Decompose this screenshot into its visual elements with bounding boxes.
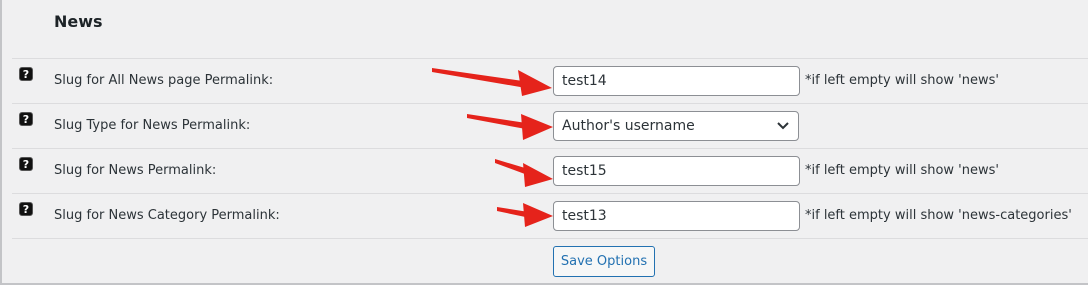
annotation-arrow-icon [495,159,553,187]
setting-label: Slug for News Category Permalink: [54,208,280,223]
setting-hint: *if left empty will show 'news' [805,163,999,178]
all-news-slug-input[interactable]: test14 [553,66,800,96]
section-title: News [54,12,103,31]
slug-type-select[interactable]: Author's username [553,111,799,141]
setting-hint: *if left empty will show 'news-categorie… [805,208,1072,223]
news-slug-input[interactable]: test15 [553,156,800,186]
setting-label: Slug Type for News Permalink: [54,118,251,133]
setting-hint: *if left empty will show 'news' [805,73,999,88]
select-value: Author's username [562,118,695,134]
news-category-slug-input[interactable]: test13 [553,201,800,231]
save-row: Save Options [12,238,1088,285]
help-icon[interactable]: ? [19,112,33,126]
setting-label: Slug for News Permalink: [54,163,217,178]
help-icon[interactable]: ? [19,67,33,81]
help-icon[interactable]: ? [19,157,33,171]
setting-label: Slug for All News page Permalink: [54,73,274,88]
panel-left-border [0,0,2,285]
annotation-arrow-icon [432,68,552,96]
annotation-arrow-icon [467,114,553,140]
annotation-arrow-icon [497,203,553,227]
chevron-down-icon [777,122,789,130]
help-icon[interactable]: ? [19,202,33,216]
save-options-button[interactable]: Save Options [553,246,655,277]
